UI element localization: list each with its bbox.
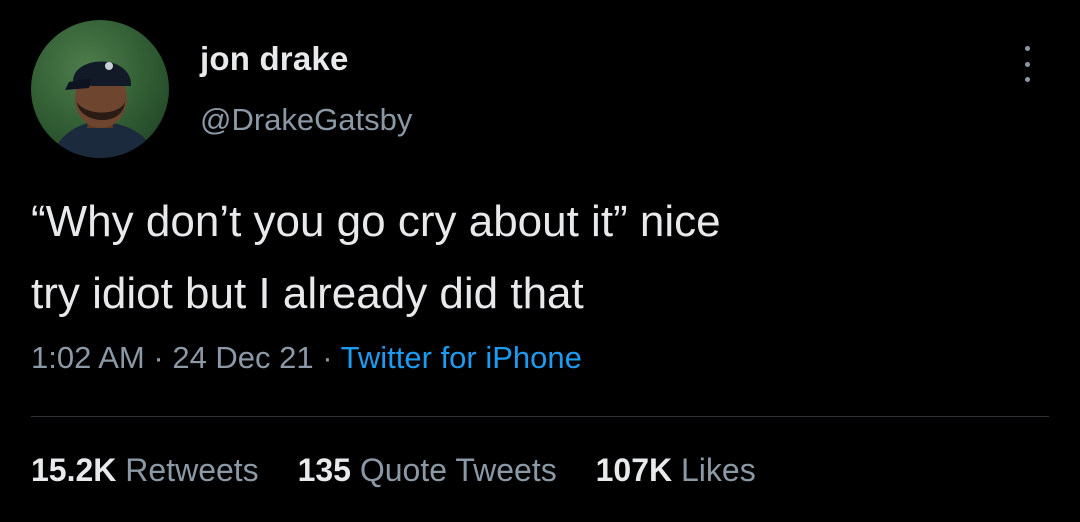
retweets-count: 15.2K [31,452,117,488]
more-dot [1024,46,1030,51]
quote-tweets-label: Quote Tweets [359,452,557,488]
retweets-label: Retweets [125,452,259,488]
more-options-icon[interactable] [1016,46,1038,82]
tweet-date[interactable]: 24 Dec 21 [172,340,313,375]
tweet-stats: 15.2K Retweets 135 Quote Tweets 107K Lik… [31,452,786,489]
tweet-text: “Why don’t you go cry about it” nice try… [31,186,1031,330]
avatar-image [51,61,157,158]
meta-separator: · [322,340,333,375]
tweet: jon drake @DrakeGatsby “Why don’t you go… [0,0,1080,522]
meta-separator: · [153,340,164,375]
quote-tweets-count: 135 [297,452,351,488]
likes-count: 107K [595,452,673,488]
tweet-text-line-2: try idiot but I already did that [31,269,584,318]
tweet-text-line-1: “Why don’t you go cry about it” nice [31,197,721,246]
tweet-source[interactable]: Twitter for iPhone [341,340,582,375]
avatar[interactable] [31,20,169,158]
more-dot [1024,61,1030,67]
author-name[interactable]: jon drake [200,40,349,78]
likes-stat[interactable]: 107K Likes [596,452,756,488]
author-handle[interactable]: @DrakeGatsby [200,102,412,138]
more-dot [1024,77,1030,82]
divider [31,416,1049,417]
tweet-meta: 1:02 AM · 24 Dec 21 · Twitter for iPhone [31,340,582,376]
tweet-time[interactable]: 1:02 AM [31,340,145,375]
retweets-stat[interactable]: 15.2K Retweets [31,452,268,488]
likes-label: Likes [680,452,756,488]
quote-tweets-stat[interactable]: 135 Quote Tweets [298,452,566,488]
